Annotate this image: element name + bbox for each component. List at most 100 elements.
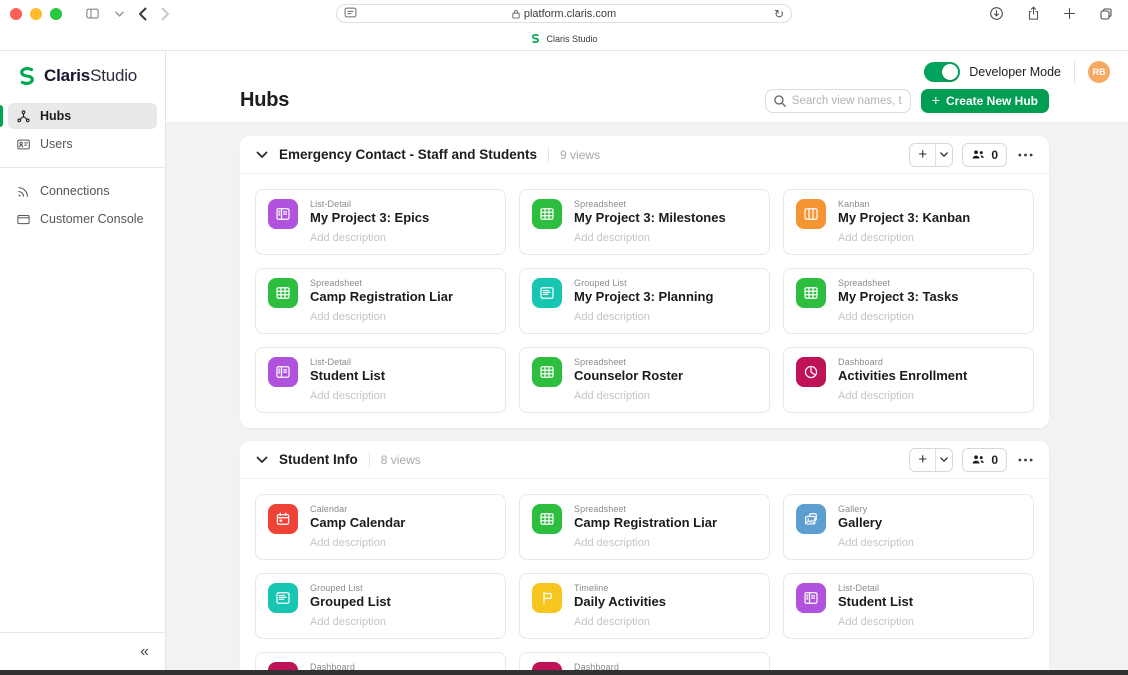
view-card[interactable]: Spreadsheet Camp Registration Liar Add d… (519, 494, 770, 560)
view-card-title: Grouped List (310, 594, 493, 609)
minimize-window-icon[interactable] (30, 8, 42, 20)
view-card[interactable]: Grouped List Grouped List Add descriptio… (255, 573, 506, 639)
sidebar-item-customer-console[interactable]: Customer Console (8, 206, 157, 232)
hub-collapse-chevron-icon[interactable] (256, 151, 268, 159)
sidebar-item-connections[interactable]: Connections (8, 178, 157, 204)
new-tab-icon[interactable] (1062, 6, 1077, 21)
list-detail-icon (796, 583, 826, 613)
view-card[interactable]: Spreadsheet My Project 3: Tasks Add desc… (783, 268, 1034, 334)
view-card[interactable]: List-Detail Student List Add description (783, 573, 1034, 639)
view-card-type: Spreadsheet (574, 357, 757, 367)
developer-mode-toggle[interactable] (924, 62, 960, 82)
reload-icon[interactable]: ↻ (774, 8, 784, 20)
view-card-type: Grouped List (310, 583, 493, 593)
view-card-description[interactable]: Add description (838, 311, 1021, 323)
add-view-dropdown-icon[interactable] (935, 449, 952, 471)
view-card-description[interactable]: Add description (838, 616, 1021, 628)
view-card[interactable]: Calendar Camp Calendar Add description (255, 494, 506, 560)
view-card-type: Spreadsheet (574, 199, 757, 209)
view-card-description[interactable]: Add description (310, 616, 493, 628)
reader-icon[interactable] (344, 5, 357, 23)
create-new-hub-button[interactable]: + Create New Hub (921, 89, 1049, 113)
hub-members-button[interactable]: 0 (962, 448, 1007, 472)
hub-collapse-chevron-icon[interactable] (256, 456, 268, 464)
users-icon (16, 137, 31, 152)
view-card-title: My Project 3: Epics (310, 210, 493, 225)
spreadsheet-icon (532, 504, 562, 534)
claris-favicon (530, 33, 541, 44)
view-card-description[interactable]: Add description (310, 537, 493, 549)
view-card[interactable]: Spreadsheet Camp Registration Liar Add d… (255, 268, 506, 334)
view-card-title: Camp Registration Liar (310, 289, 493, 304)
view-card-description[interactable]: Add description (838, 390, 1021, 402)
view-card[interactable]: Spreadsheet Counselor Roster Add descrip… (519, 347, 770, 413)
chevron-down-icon[interactable] (115, 11, 124, 17)
selected-accent-bar (0, 105, 3, 127)
sidebar-toggle-icon[interactable] (84, 6, 101, 21)
sidebar-item-label: Hubs (40, 109, 71, 123)
sidebar-item-users[interactable]: Users (8, 131, 157, 157)
view-card-description[interactable]: Add description (310, 311, 493, 323)
view-card-description[interactable]: Add description (310, 390, 493, 402)
share-icon[interactable] (1026, 5, 1041, 22)
sidebar-item-label: Users (40, 137, 73, 151)
zoom-window-icon[interactable] (50, 8, 62, 20)
list-detail-icon (268, 199, 298, 229)
hub-more-options-icon[interactable] (1016, 153, 1035, 157)
view-card[interactable]: Grouped List My Project 3: Planning Add … (519, 268, 770, 334)
close-window-icon[interactable] (10, 8, 22, 20)
hub-views-count: 8 views (369, 453, 421, 467)
view-card[interactable]: Spreadsheet My Project 3: Milestones Add… (519, 189, 770, 255)
view-card[interactable]: List-Detail My Project 3: Epics Add desc… (255, 189, 506, 255)
view-card-type: List-Detail (838, 583, 1021, 593)
view-card[interactable]: Timeline Daily Activities Add descriptio… (519, 573, 770, 639)
add-view-button[interactable]: + (910, 449, 935, 471)
view-card-title: Camp Calendar (310, 515, 493, 530)
sidebar-item-hubs[interactable]: Hubs (8, 103, 157, 129)
hub-header: Emergency Contact - Staff and Students 9… (240, 136, 1049, 174)
hub-more-options-icon[interactable] (1016, 458, 1035, 462)
view-card-description[interactable]: Add description (574, 311, 757, 323)
view-card[interactable]: Dashboard Activities Enrollment Add desc… (783, 347, 1034, 413)
view-card-title: Daily Activities (574, 594, 757, 609)
address-bar[interactable]: platform.claris.com ↻ (336, 4, 792, 23)
tab-title: Claris Studio (546, 34, 597, 44)
add-view-button[interactable]: + (910, 144, 935, 166)
view-card[interactable]: Kanban My Project 3: Kanban Add descript… (783, 189, 1034, 255)
view-card[interactable]: Dashboard Student Start Dates Add descri… (255, 652, 506, 670)
view-card[interactable]: Dashboard Student Allergies Add descript… (519, 652, 770, 670)
grouped-list-icon (532, 278, 562, 308)
spreadsheet-icon (796, 278, 826, 308)
forward-icon[interactable] (161, 7, 170, 21)
back-icon[interactable] (138, 7, 147, 21)
view-card-title: My Project 3: Milestones (574, 210, 757, 225)
collapse-sidebar-icon[interactable]: « (140, 644, 149, 660)
view-card-description[interactable]: Add description (574, 390, 757, 402)
view-card-description[interactable]: Add description (574, 616, 757, 628)
view-card-description[interactable]: Add description (838, 537, 1021, 549)
main-area: Developer Mode RB Hubs + Create New Hub (166, 51, 1128, 670)
add-view-split-button: + (909, 143, 953, 167)
view-card-type: List-Detail (310, 199, 493, 209)
view-card-type: Gallery (838, 504, 1021, 514)
view-card-title: My Project 3: Kanban (838, 210, 1021, 225)
view-card-type: List-Detail (310, 357, 493, 367)
plus-icon: + (932, 93, 940, 107)
spreadsheet-icon (532, 199, 562, 229)
view-card[interactable]: List-Detail Student List Add description (255, 347, 506, 413)
view-card-description[interactable]: Add description (310, 232, 493, 244)
view-card-description[interactable]: Add description (574, 232, 757, 244)
hub-members-button[interactable]: 0 (962, 143, 1007, 167)
url-text: platform.claris.com (524, 8, 616, 20)
add-view-dropdown-icon[interactable] (935, 144, 952, 166)
view-card-description[interactable]: Add description (838, 232, 1021, 244)
hub-card-grid: Calendar Camp Calendar Add description S… (240, 479, 1049, 670)
hub-views-count: 9 views (548, 148, 600, 162)
view-card[interactable]: Gallery Gallery Add description (783, 494, 1034, 560)
view-card-description[interactable]: Add description (574, 537, 757, 549)
tab-overview-icon[interactable] (1098, 6, 1114, 22)
lock-icon (512, 9, 520, 19)
traffic-lights (10, 8, 62, 20)
downloads-icon[interactable] (988, 5, 1005, 22)
avatar[interactable]: RB (1088, 61, 1110, 83)
